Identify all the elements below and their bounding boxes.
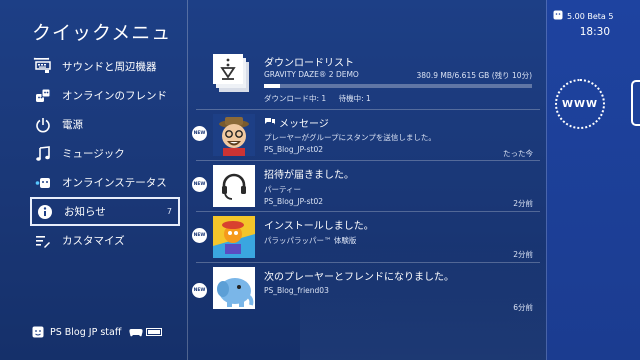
friend-avatar <box>213 267 255 309</box>
notification-sender: PS_Blog_JP-st02 <box>264 145 324 154</box>
system-version: 5.00 Beta 5 <box>553 10 613 22</box>
notification-time: たった今 <box>503 149 533 158</box>
notification-invitation[interactable]: NEW 招待が届きました。 パーティー PS_Blog_JP-st02 2分前 <box>192 161 540 212</box>
customize-icon <box>34 232 52 250</box>
download-icon <box>213 52 255 94</box>
new-badge: NEW <box>192 177 207 192</box>
download-count: ダウンロード中: 1 <box>264 94 327 103</box>
message-icon <box>264 117 276 129</box>
quick-menu-list: サウンドと周辺機器 オンラインのフレンド 電源 ミュージック オンラインステータ… <box>30 52 180 255</box>
user-name: PS Blog JP staff <box>50 326 122 338</box>
network-icon <box>553 10 563 22</box>
notification-installed[interactable]: NEW インストールしました。 パラッパラッパー™ 体験版 2分前 <box>192 212 540 263</box>
menu-item-power[interactable]: 電源 <box>34 110 180 139</box>
game-thumbnail <box>213 216 255 258</box>
notification-message[interactable]: NEW メッセージ プレーヤーがグループにスタンプを送信しました。 PS_Blo… <box>192 110 540 161</box>
notification-title: メッセージ <box>264 115 436 130</box>
info-icon <box>36 203 54 221</box>
internet-browser-tile[interactable]: WWW <box>555 79 605 129</box>
menu-item-online-friends[interactable]: オンラインのフレンド <box>34 81 180 110</box>
menu-item-online-status[interactable]: オンラインステータス <box>34 168 180 197</box>
keyboard-icon <box>34 58 52 76</box>
new-badge: NEW <box>192 126 207 141</box>
browser-label: WWW <box>561 98 599 110</box>
notification-download-list[interactable]: ダウンロードリスト GRAVITY DAZE® 2 DEMO 380.9 MB/… <box>196 48 540 110</box>
new-badge: NEW <box>192 228 207 243</box>
avatar <box>213 114 255 156</box>
online-status-icon <box>34 174 52 192</box>
menu-item-label: カスタマイズ <box>62 235 125 247</box>
battery-icon <box>146 328 163 336</box>
menu-item-notifications[interactable]: お知らせ 7 <box>30 197 180 226</box>
notification-title: ダウンロードリスト <box>264 58 354 69</box>
download-item-name: GRAVITY DAZE® 2 DEMO <box>264 70 359 79</box>
next-app-tile[interactable] <box>631 80 640 126</box>
clock: 18:30 <box>579 26 610 38</box>
controller-icon <box>129 328 163 337</box>
menu-item-label: オンラインステータス <box>62 177 167 189</box>
music-note-icon <box>34 145 52 163</box>
notification-friend[interactable]: NEW 次のプレーヤーとフレンドになりました。 PS_Blog_friend03… <box>192 263 540 314</box>
menu-item-sound-devices[interactable]: サウンドと周辺機器 <box>34 52 180 81</box>
menu-item-music[interactable]: ミュージック <box>34 139 180 168</box>
new-badge: NEW <box>192 283 207 298</box>
party-icon <box>213 165 255 207</box>
notification-sender: PS_Blog_JP-st02 <box>264 197 324 206</box>
power-icon <box>34 116 52 134</box>
notification-time: 2分前 <box>513 250 533 259</box>
notification-time: 6分前 <box>513 303 533 312</box>
menu-item-customize[interactable]: カスタマイズ <box>34 226 180 255</box>
notification-list: ダウンロードリスト GRAVITY DAZE® 2 DEMO 380.9 MB/… <box>192 48 540 314</box>
notification-body: パラッパラッパー™ 体験版 <box>264 236 357 245</box>
notification-body: パーティー <box>264 185 302 194</box>
notification-title: 次のプレーヤーとフレンドになりました。 <box>264 272 454 283</box>
download-size: 380.9 MB/6.615 GB (残り 10分) <box>416 71 532 80</box>
waiting-count: 待機中: 1 <box>338 94 371 103</box>
menu-item-label: ミュージック <box>62 148 125 160</box>
user-bar: PS Blog JP staff <box>32 326 163 338</box>
menu-item-label: お知らせ <box>64 206 106 218</box>
menu-item-label: サウンドと周辺機器 <box>62 61 157 73</box>
notification-count-badge: 7 <box>166 207 172 216</box>
menu-item-label: オンラインのフレンド <box>62 90 167 102</box>
notification-title: 招待が届きました。 <box>264 170 354 181</box>
quick-menu-panel: クイックメニュー サウンドと周辺機器 オンラインのフレンド 電源 ミュージック <box>0 0 188 360</box>
download-progress-bar <box>264 84 532 88</box>
friends-icon <box>34 87 52 105</box>
notification-body: プレーヤーがグループにスタンプを送信しました。 <box>264 133 436 142</box>
user-icon <box>32 326 44 338</box>
download-progress-fill <box>264 84 280 88</box>
notification-friend-name: PS_Blog_friend03 <box>264 286 329 295</box>
system-panel: 5.00 Beta 5 18:30 WWW <box>546 0 640 360</box>
notification-time: 2分前 <box>513 199 533 208</box>
menu-item-label: 電源 <box>62 119 83 131</box>
notification-title: インストールしました。 <box>264 221 374 232</box>
